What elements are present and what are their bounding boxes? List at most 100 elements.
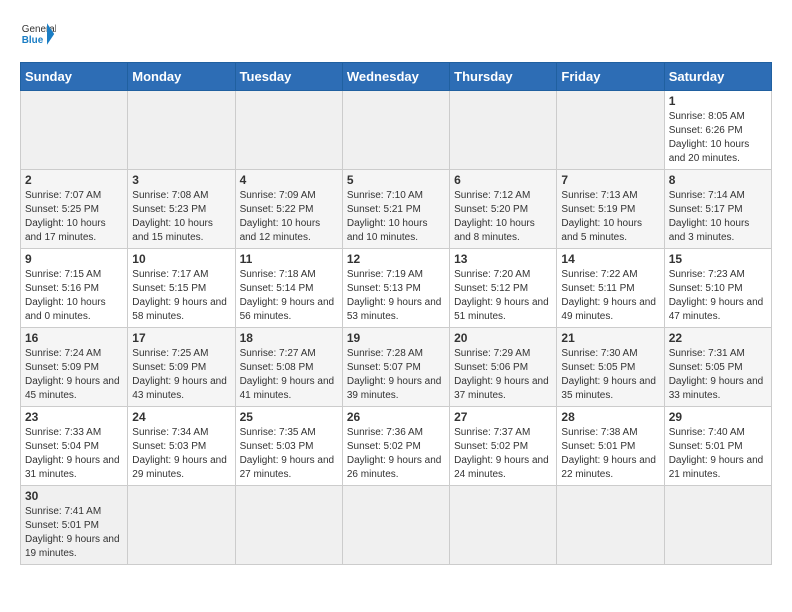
- calendar-cell: [450, 91, 557, 170]
- day-number: 29: [669, 410, 767, 424]
- calendar-cell: 23Sunrise: 7:33 AM Sunset: 5:04 PM Dayli…: [21, 407, 128, 486]
- day-number: 2: [25, 173, 123, 187]
- day-info: Sunrise: 7:23 AM Sunset: 5:10 PM Dayligh…: [669, 268, 767, 324]
- calendar-cell: 29 Sunrise: 7:40 AM Sunset: 5:01 PM Dayli…: [664, 407, 771, 486]
- calendar-cell: [557, 91, 664, 170]
- day-info: Sunrise: 7:36 AM Sunset: 5:02 PM Dayligh…: [347, 426, 445, 482]
- weekday-header-row: SundayMondayTuesdayWednesdayThursdayFrid…: [21, 63, 772, 91]
- calendar-cell: 20 Sunrise: 7:29 AM Sunset: 5:06 PM Dayli…: [450, 328, 557, 407]
- calendar-week-row: 30 Sunrise: 7:41 AM Sunset: 5:01 PM Dayli…: [21, 486, 772, 565]
- day-info: Sunrise: 7:12 AM Sunset: 5:20 PM Dayligh…: [454, 189, 552, 245]
- logo: General Blue: [20, 16, 56, 52]
- day-number: 17: [132, 331, 230, 345]
- day-info: Sunrise: 7:08 AM Sunset: 5:23 PM Dayligh…: [132, 189, 230, 245]
- day-number: 30: [25, 489, 123, 503]
- calendar-cell: 16 Sunrise: 7:24 AM Sunset: 5:09 PM Dayli…: [21, 328, 128, 407]
- day-number: 14: [561, 252, 659, 266]
- day-info: Sunrise: 7:34 AM Sunset: 5:03 PM Dayligh…: [132, 426, 230, 482]
- calendar-cell: [235, 91, 342, 170]
- calendar-cell: 7 Sunrise: 7:13 AM Sunset: 5:19 PM Daylig…: [557, 170, 664, 249]
- weekday-header-tuesday: Tuesday: [235, 63, 342, 91]
- calendar-cell: 13Sunrise: 7:20 AM Sunset: 5:12 PM Dayli…: [450, 249, 557, 328]
- day-number: 11: [240, 252, 338, 266]
- day-number: 22: [669, 331, 767, 345]
- day-info: Sunrise: 7:19 AM Sunset: 5:13 PM Dayligh…: [347, 268, 445, 324]
- day-number: 19: [347, 331, 445, 345]
- calendar-cell: 21Sunrise: 7:30 AM Sunset: 5:05 PM Dayli…: [557, 328, 664, 407]
- calendar-cell: 14 Sunrise: 7:22 AM Sunset: 5:11 PM Dayli…: [557, 249, 664, 328]
- day-info: Sunrise: 7:17 AM Sunset: 5:15 PM Dayligh…: [132, 268, 230, 324]
- calendar-cell: 28 Sunrise: 7:38 AM Sunset: 5:01 PM Dayli…: [557, 407, 664, 486]
- calendar-cell: 17Sunrise: 7:25 AM Sunset: 5:09 PM Dayli…: [128, 328, 235, 407]
- weekday-header-sunday: Sunday: [21, 63, 128, 91]
- calendar-cell: 27 Sunrise: 7:37 AM Sunset: 5:02 PM Dayli…: [450, 407, 557, 486]
- day-info: Sunrise: 7:38 AM Sunset: 5:01 PM Dayligh…: [561, 426, 659, 482]
- calendar-cell: 22Sunrise: 7:31 AM Sunset: 5:05 PM Dayli…: [664, 328, 771, 407]
- weekday-header-wednesday: Wednesday: [342, 63, 449, 91]
- calendar-cell: 18Sunrise: 7:27 AM Sunset: 5:08 PM Dayli…: [235, 328, 342, 407]
- calendar-cell: 24 Sunrise: 7:34 AM Sunset: 5:03 PM Dayli…: [128, 407, 235, 486]
- weekday-header-monday: Monday: [128, 63, 235, 91]
- calendar-week-row: 16 Sunrise: 7:24 AM Sunset: 5:09 PM Dayli…: [21, 328, 772, 407]
- calendar-table: SundayMondayTuesdayWednesdayThursdayFrid…: [20, 62, 772, 565]
- day-info: Sunrise: 7:09 AM Sunset: 5:22 PM Dayligh…: [240, 189, 338, 245]
- day-number: 5: [347, 173, 445, 187]
- day-number: 28: [561, 410, 659, 424]
- day-number: 20: [454, 331, 552, 345]
- calendar-week-row: 9 Sunrise: 7:15 AM Sunset: 5:16 PM Daylig…: [21, 249, 772, 328]
- day-info: Sunrise: 7:13 AM Sunset: 5:19 PM Dayligh…: [561, 189, 659, 245]
- calendar-cell: 10 Sunrise: 7:17 AM Sunset: 5:15 PM Dayli…: [128, 249, 235, 328]
- day-number: 26: [347, 410, 445, 424]
- calendar-week-row: 1 Sunrise: 8:05 AM Sunset: 6:26 PM Daylig…: [21, 91, 772, 170]
- day-number: 10: [132, 252, 230, 266]
- day-info: Sunrise: 7:27 AM Sunset: 5:08 PM Dayligh…: [240, 347, 338, 403]
- generalblue-logo-icon: General Blue: [20, 16, 56, 52]
- weekday-header-friday: Friday: [557, 63, 664, 91]
- day-info: Sunrise: 7:35 AM Sunset: 5:03 PM Dayligh…: [240, 426, 338, 482]
- calendar-cell: 15 Sunrise: 7:23 AM Sunset: 5:10 PM Dayli…: [664, 249, 771, 328]
- calendar-cell: [342, 91, 449, 170]
- day-info: Sunrise: 8:05 AM Sunset: 6:26 PM Dayligh…: [669, 110, 767, 166]
- calendar-cell: [21, 91, 128, 170]
- calendar-cell: 4 Sunrise: 7:09 AM Sunset: 5:22 PM Daylig…: [235, 170, 342, 249]
- calendar-cell: 25Sunrise: 7:35 AM Sunset: 5:03 PM Dayli…: [235, 407, 342, 486]
- calendar-cell: 26 Sunrise: 7:36 AM Sunset: 5:02 PM Dayli…: [342, 407, 449, 486]
- calendar-cell: 3 Sunrise: 7:08 AM Sunset: 5:23 PM Daylig…: [128, 170, 235, 249]
- day-number: 12: [347, 252, 445, 266]
- day-number: 9: [25, 252, 123, 266]
- calendar-cell: [128, 486, 235, 565]
- calendar-cell: [664, 486, 771, 565]
- day-info: Sunrise: 7:20 AM Sunset: 5:12 PM Dayligh…: [454, 268, 552, 324]
- page: General Blue SundayMondayTuesdayWednesda…: [0, 0, 792, 575]
- day-number: 3: [132, 173, 230, 187]
- day-info: Sunrise: 7:24 AM Sunset: 5:09 PM Dayligh…: [25, 347, 123, 403]
- day-info: Sunrise: 7:40 AM Sunset: 5:01 PM Dayligh…: [669, 426, 767, 482]
- day-number: 24: [132, 410, 230, 424]
- day-number: 6: [454, 173, 552, 187]
- calendar-cell: [128, 91, 235, 170]
- calendar-cell: 1 Sunrise: 8:05 AM Sunset: 6:26 PM Daylig…: [664, 91, 771, 170]
- day-info: Sunrise: 7:22 AM Sunset: 5:11 PM Dayligh…: [561, 268, 659, 324]
- calendar-cell: 6 Sunrise: 7:12 AM Sunset: 5:20 PM Daylig…: [450, 170, 557, 249]
- day-info: Sunrise: 7:37 AM Sunset: 5:02 PM Dayligh…: [454, 426, 552, 482]
- day-number: 7: [561, 173, 659, 187]
- day-info: Sunrise: 7:29 AM Sunset: 5:06 PM Dayligh…: [454, 347, 552, 403]
- calendar-cell: 9 Sunrise: 7:15 AM Sunset: 5:16 PM Daylig…: [21, 249, 128, 328]
- day-number: 27: [454, 410, 552, 424]
- weekday-header-thursday: Thursday: [450, 63, 557, 91]
- calendar-cell: 2 Sunrise: 7:07 AM Sunset: 5:25 PM Daylig…: [21, 170, 128, 249]
- day-number: 16: [25, 331, 123, 345]
- day-info: Sunrise: 7:07 AM Sunset: 5:25 PM Dayligh…: [25, 189, 123, 245]
- day-number: 23: [25, 410, 123, 424]
- day-info: Sunrise: 7:30 AM Sunset: 5:05 PM Dayligh…: [561, 347, 659, 403]
- calendar-cell: [450, 486, 557, 565]
- day-number: 4: [240, 173, 338, 187]
- day-info: Sunrise: 7:41 AM Sunset: 5:01 PM Dayligh…: [25, 505, 123, 561]
- day-number: 1: [669, 94, 767, 108]
- calendar-week-row: 23Sunrise: 7:33 AM Sunset: 5:04 PM Dayli…: [21, 407, 772, 486]
- day-info: Sunrise: 7:15 AM Sunset: 5:16 PM Dayligh…: [25, 268, 123, 324]
- day-number: 8: [669, 173, 767, 187]
- calendar-cell: [235, 486, 342, 565]
- day-info: Sunrise: 7:18 AM Sunset: 5:14 PM Dayligh…: [240, 268, 338, 324]
- day-number: 15: [669, 252, 767, 266]
